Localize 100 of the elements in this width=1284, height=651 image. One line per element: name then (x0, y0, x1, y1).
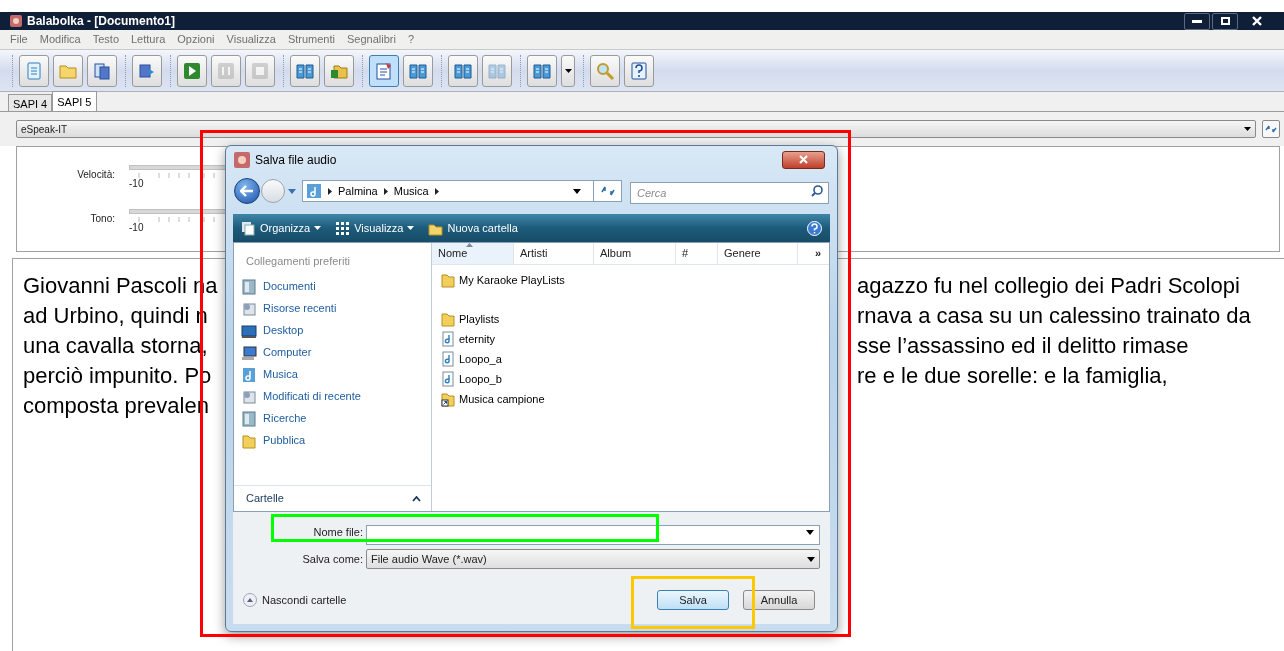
toolbar-button[interactable] (590, 54, 620, 87)
toolbar-button[interactable] (624, 54, 654, 87)
nav-item[interactable]: Documenti (234, 275, 431, 298)
toolbar-button[interactable] (53, 54, 83, 87)
menu-item[interactable]: Strumenti (287, 31, 335, 48)
tab[interactable]: SAPI 4 (8, 94, 53, 111)
dialog-title: Salva file audio (255, 151, 337, 169)
recent-icon (241, 300, 257, 317)
folder-icon (241, 432, 257, 449)
caret-icon (806, 530, 814, 535)
menu-item[interactable]: Opzioni (177, 31, 215, 48)
breadcrumb-item[interactable]: Musica (393, 182, 429, 200)
list-entry[interactable]: Loopo_b (440, 369, 829, 389)
command-button[interactable]: Nuova cartella (428, 219, 518, 237)
toolbar-button[interactable] (87, 54, 117, 87)
column-header[interactable]: Artisti (514, 243, 594, 264)
column-header[interactable]: Genere (718, 243, 798, 264)
documents-icon (241, 278, 257, 295)
search-field[interactable]: Cerca (630, 182, 829, 204)
folder-icon (440, 272, 456, 288)
magnifier-icon (595, 60, 615, 81)
help-icon (629, 60, 649, 81)
audio-file-icon (440, 371, 456, 387)
document-icon (24, 60, 44, 81)
chevron-right-icon (434, 187, 439, 195)
chevron-right-icon (328, 187, 332, 195)
toolbar-button[interactable] (448, 54, 478, 87)
menu-item[interactable]: Testo (92, 31, 119, 48)
window-title: Balabolka - [Documento1] (27, 13, 176, 30)
nav-item[interactable]: Modificati di recente (234, 385, 431, 408)
close-icon (799, 155, 808, 164)
caret-icon (807, 556, 815, 562)
list-entry[interactable]: Playlists (440, 309, 829, 329)
list-entry[interactable]: My Karaoke PlayLists (440, 270, 829, 290)
nav-item[interactable]: Pubblica (234, 429, 431, 452)
column-header[interactable]: Album (594, 243, 676, 264)
address-bar[interactable]: Palmina Musica (302, 180, 622, 202)
menu-item[interactable]: Visualizza (226, 31, 276, 48)
toolbar-button[interactable] (324, 54, 354, 87)
command-button[interactable]: Visualizza (335, 219, 415, 237)
nav-item[interactable]: Musica (234, 363, 431, 386)
menu-item[interactable]: Segnalibri (346, 31, 396, 48)
tab[interactable]: SAPI 5 (52, 91, 97, 111)
nav-item[interactable]: Ricerche (234, 407, 431, 430)
grid-icon (335, 220, 351, 236)
close-icon (1252, 16, 1262, 26)
list-entry[interactable]: eternity (440, 329, 829, 349)
slider-min-label: -10 (129, 177, 145, 191)
folders-toggle[interactable]: Cartelle (234, 485, 431, 511)
toolbar-button[interactable] (369, 54, 399, 87)
clipboard-icon (374, 60, 394, 81)
toolbar-button[interactable] (132, 54, 162, 87)
list-entry[interactable]: Loopo_a (440, 349, 829, 369)
audio-file-icon (440, 331, 456, 347)
voice-name: eSpeak-IT (21, 122, 68, 137)
column-header[interactable]: Nome (432, 243, 514, 264)
recent-icon (241, 388, 257, 405)
nav-item[interactable]: Risorse recenti (234, 297, 431, 320)
app-icon (234, 151, 250, 168)
documents-icon (241, 410, 257, 427)
text-line: re e le due sorelle: e la famiglia, (857, 362, 1168, 390)
menu-item[interactable]: Lettura (131, 31, 166, 48)
slider-min-label: -10 (129, 221, 145, 235)
cancel-button[interactable]: Annulla (743, 590, 815, 610)
menu-item[interactable]: Modifica (39, 31, 81, 48)
refresh-button[interactable] (1262, 120, 1280, 138)
computer-icon (241, 344, 257, 361)
column-header[interactable]: # (676, 243, 718, 264)
toolbar-button[interactable] (177, 54, 207, 87)
hide-folders-button[interactable]: Nascondi cartelle (243, 591, 347, 609)
caret-icon (288, 188, 296, 194)
close-button[interactable] (782, 150, 825, 169)
toolbar-button[interactable] (19, 54, 49, 87)
toolbar-button[interactable] (527, 54, 557, 87)
menu-item[interactable]: ? (407, 31, 414, 48)
back-button[interactable] (234, 178, 260, 204)
breadcrumb-item[interactable]: Palmina (338, 182, 378, 200)
refresh-icon (600, 185, 615, 197)
command-button[interactable]: Organizza (241, 219, 322, 237)
arrow-left-icon (240, 185, 254, 197)
nav-item[interactable]: Desktop (234, 319, 431, 342)
field-label: Nome file: (312, 524, 363, 540)
chevron-up-icon (412, 495, 421, 502)
nav-item[interactable]: Computer (234, 341, 431, 364)
more-columns-button[interactable]: » (814, 245, 829, 262)
list-entry[interactable]: Musica campione (440, 389, 829, 409)
file-type-dropdown[interactable]: File audio Wave (*.wav) (366, 549, 820, 569)
stop-icon (250, 60, 270, 81)
slider-label: Velocità: (76, 168, 115, 182)
chevron-up-icon (243, 593, 257, 607)
maximize-button[interactable] (1212, 12, 1238, 30)
dropdown-button[interactable] (561, 54, 575, 87)
toolbar-button[interactable] (290, 54, 320, 87)
music-icon (241, 366, 257, 383)
toolbar-button[interactable] (403, 54, 433, 87)
desktop-icon (241, 322, 257, 339)
menu-item[interactable]: File (10, 31, 28, 48)
text-line: rnava a casa su un calessino trainato da (857, 302, 1251, 330)
save-button[interactable]: Salva (657, 590, 729, 610)
minimize-button[interactable] (1184, 12, 1210, 30)
